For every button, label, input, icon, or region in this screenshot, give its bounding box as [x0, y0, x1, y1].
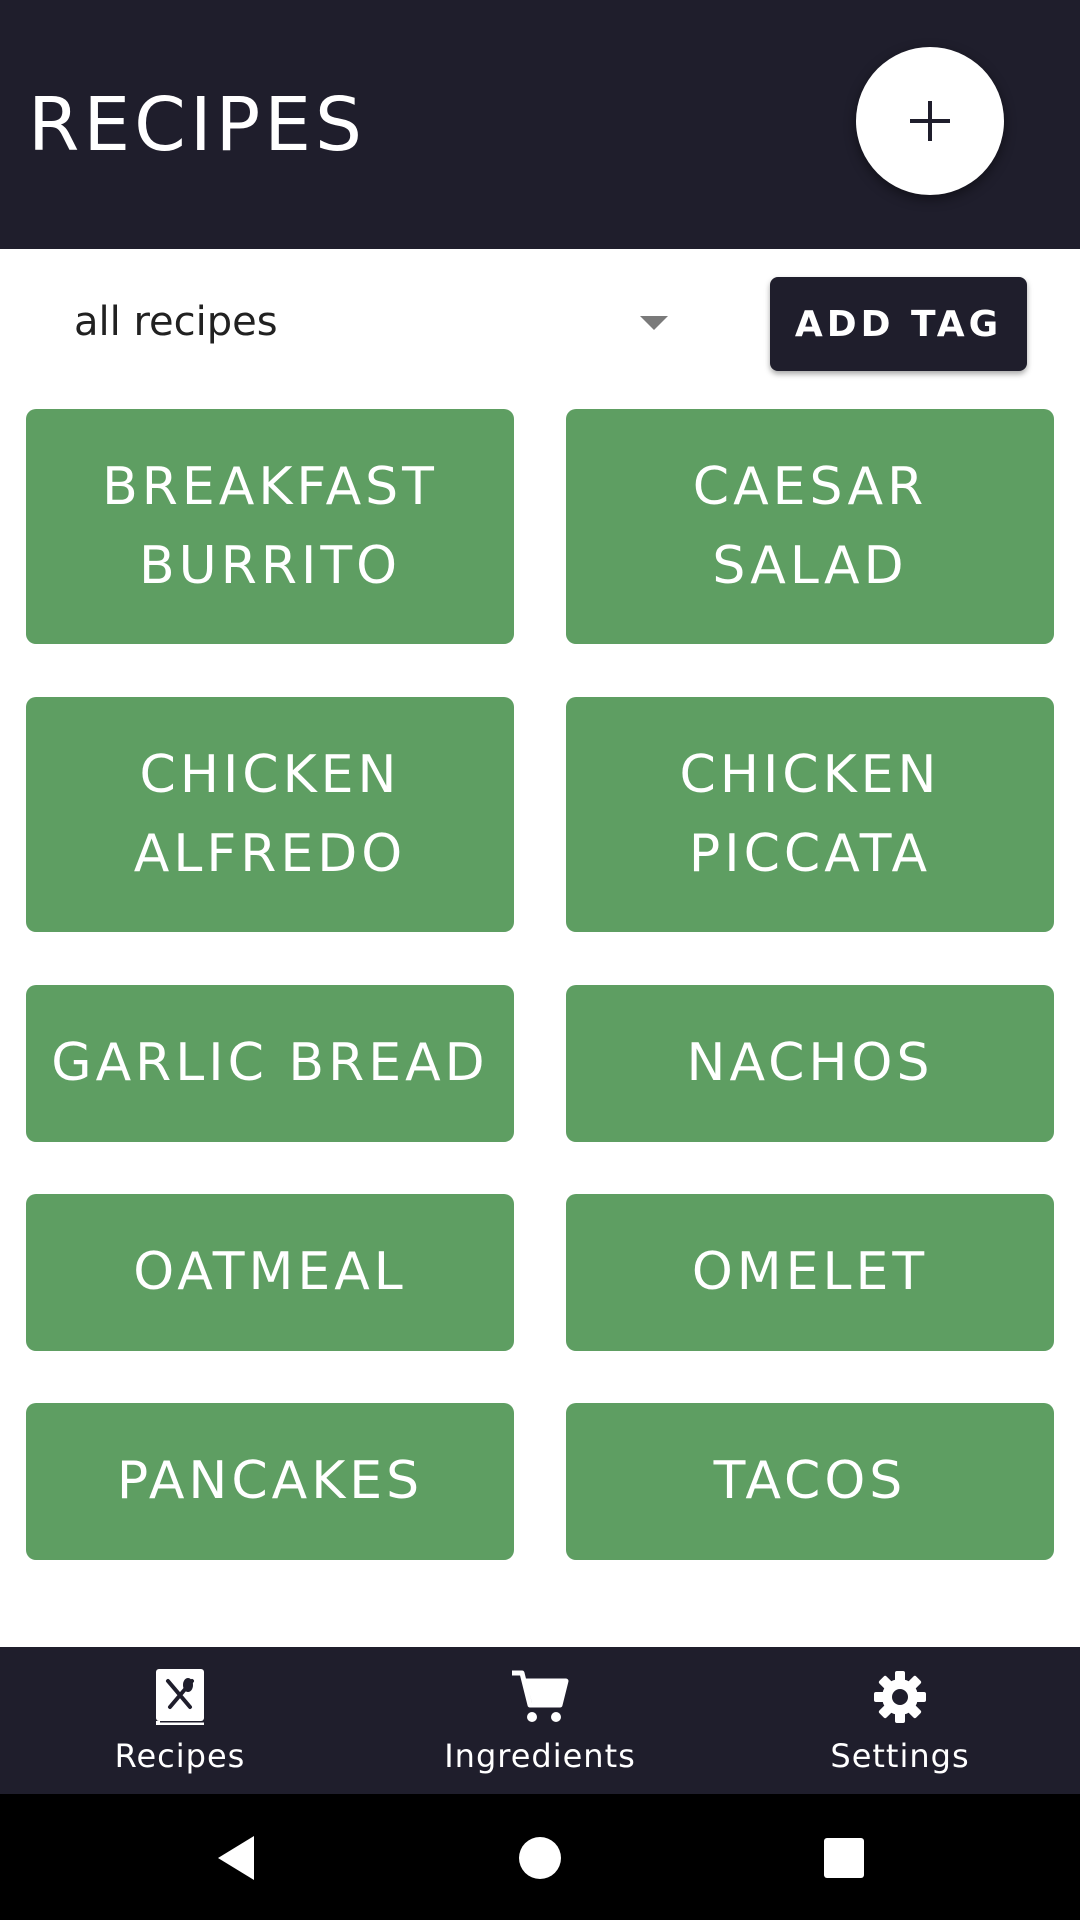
nav-item-settings[interactable]: Settings [720, 1647, 1080, 1794]
recipe-card[interactable]: GARLIC BREAD [26, 985, 514, 1142]
recipe-card-label: GARLIC BREAD [51, 1033, 489, 1093]
nav-label-ingredients: Ingredients [444, 1737, 636, 1775]
recipe-card-label: CAESAR SALAD [692, 456, 928, 596]
tag-filter-dropdown[interactable]: all recipes [44, 271, 684, 371]
page-title: RECIPES [28, 82, 367, 168]
recipe-card[interactable]: OMELET [566, 1194, 1054, 1351]
recipe-card[interactable]: PANCAKES [26, 1403, 514, 1560]
recipe-card-label: TACOS [713, 1451, 907, 1511]
filter-row: all recipes ADD TAG [0, 249, 1080, 404]
home-circle-icon[interactable] [518, 1836, 562, 1880]
system-nav-bar [0, 1794, 1080, 1920]
back-triangle-icon[interactable] [214, 1834, 258, 1882]
nav-item-ingredients[interactable]: Ingredients [360, 1647, 720, 1794]
recipe-card-label: CHICKEN PICCATA [679, 744, 941, 884]
recipe-card[interactable]: BREAKFAST BURRITO [26, 409, 514, 644]
recents-square-icon[interactable] [824, 1838, 864, 1878]
nav-item-recipes[interactable]: Recipes [0, 1647, 360, 1794]
dropdown-arrow-icon [640, 316, 668, 330]
recipe-card[interactable]: CAESAR SALAD [566, 409, 1054, 644]
nav-label-recipes: Recipes [114, 1737, 246, 1775]
shopping-cart-icon [512, 1670, 569, 1722]
recipe-card-label: NACHOS [686, 1033, 934, 1093]
app-header: RECIPES [0, 0, 1080, 249]
recipe-card-label: OATMEAL [133, 1242, 407, 1302]
recipe-card-label: CHICKEN ALFREDO [133, 744, 407, 884]
recipe-card[interactable]: CHICKEN PICCATA [566, 697, 1054, 932]
gear-icon [874, 1671, 926, 1723]
tag-filter-value: all recipes [74, 299, 278, 345]
bottom-nav: Recipes Ingredients Settings [0, 1647, 1080, 1794]
recipe-card-label: PANCAKES [116, 1451, 424, 1511]
recipe-book-icon [156, 1669, 204, 1725]
recipe-card-label: BREAKFAST BURRITO [102, 456, 438, 596]
recipe-card-label: OMELET [691, 1242, 929, 1302]
recipe-card[interactable]: TACOS [566, 1403, 1054, 1560]
recipe-card[interactable]: OATMEAL [26, 1194, 514, 1351]
recipe-card[interactable]: CHICKEN ALFREDO [26, 697, 514, 932]
nav-label-settings: Settings [830, 1737, 970, 1775]
recipe-card[interactable]: NACHOS [566, 985, 1054, 1142]
plus-icon [910, 101, 950, 141]
add-tag-button[interactable]: ADD TAG [770, 277, 1027, 371]
add-recipe-button[interactable] [856, 47, 1004, 195]
